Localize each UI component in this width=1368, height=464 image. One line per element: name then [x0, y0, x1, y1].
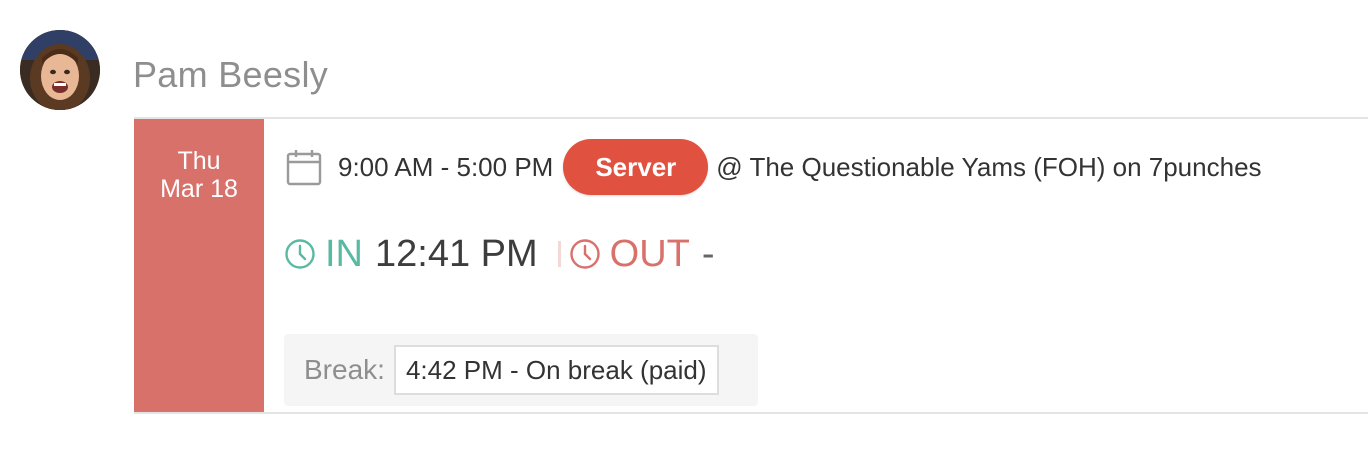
- shift-day-of-week: Thu: [177, 147, 221, 175]
- role-badge[interactable]: Server: [563, 139, 709, 195]
- shift-row: Pam Beesly Thu Mar 18 9:00 AM - 5:00 PM …: [0, 0, 1368, 464]
- break-section: Break: 4:42 PM - On break (paid): [284, 334, 758, 406]
- shift-date: Mar 18: [160, 175, 238, 203]
- clock-in-time[interactable]: 12:41 PM: [375, 233, 538, 276]
- employee-avatar[interactable]: [20, 30, 100, 110]
- clock-out-time[interactable]: -: [702, 233, 715, 276]
- punch-status: IN 12:41 PM OUT -: [284, 229, 715, 279]
- calendar-icon: [286, 150, 322, 186]
- punch-separator: [557, 241, 561, 267]
- break-label: Break:: [304, 354, 385, 385]
- shift-time-range: 9:00 AM - 5:00 PM: [338, 151, 554, 182]
- break-entry[interactable]: 4:42 PM - On break (paid): [393, 345, 719, 395]
- shift-card: Thu Mar 18 9:00 AM - 5:00 PM Server @ Th…: [134, 117, 1368, 414]
- clock-in-label: IN: [325, 232, 363, 275]
- employee-name: Pam Beesly: [133, 54, 329, 95]
- shift-location: @ The Questionable Yams (FOH) on 7punche…: [716, 151, 1262, 182]
- clock-out-icon: [569, 239, 600, 269]
- clock-out-label: OUT: [609, 232, 690, 275]
- shift-details: 9:00 AM - 5:00 PM Server @ The Questiona…: [284, 139, 1262, 195]
- clock-in-icon: [285, 239, 315, 269]
- employee-photo-icon: [20, 30, 100, 110]
- shift-date-block: Thu Mar 18: [134, 119, 264, 412]
